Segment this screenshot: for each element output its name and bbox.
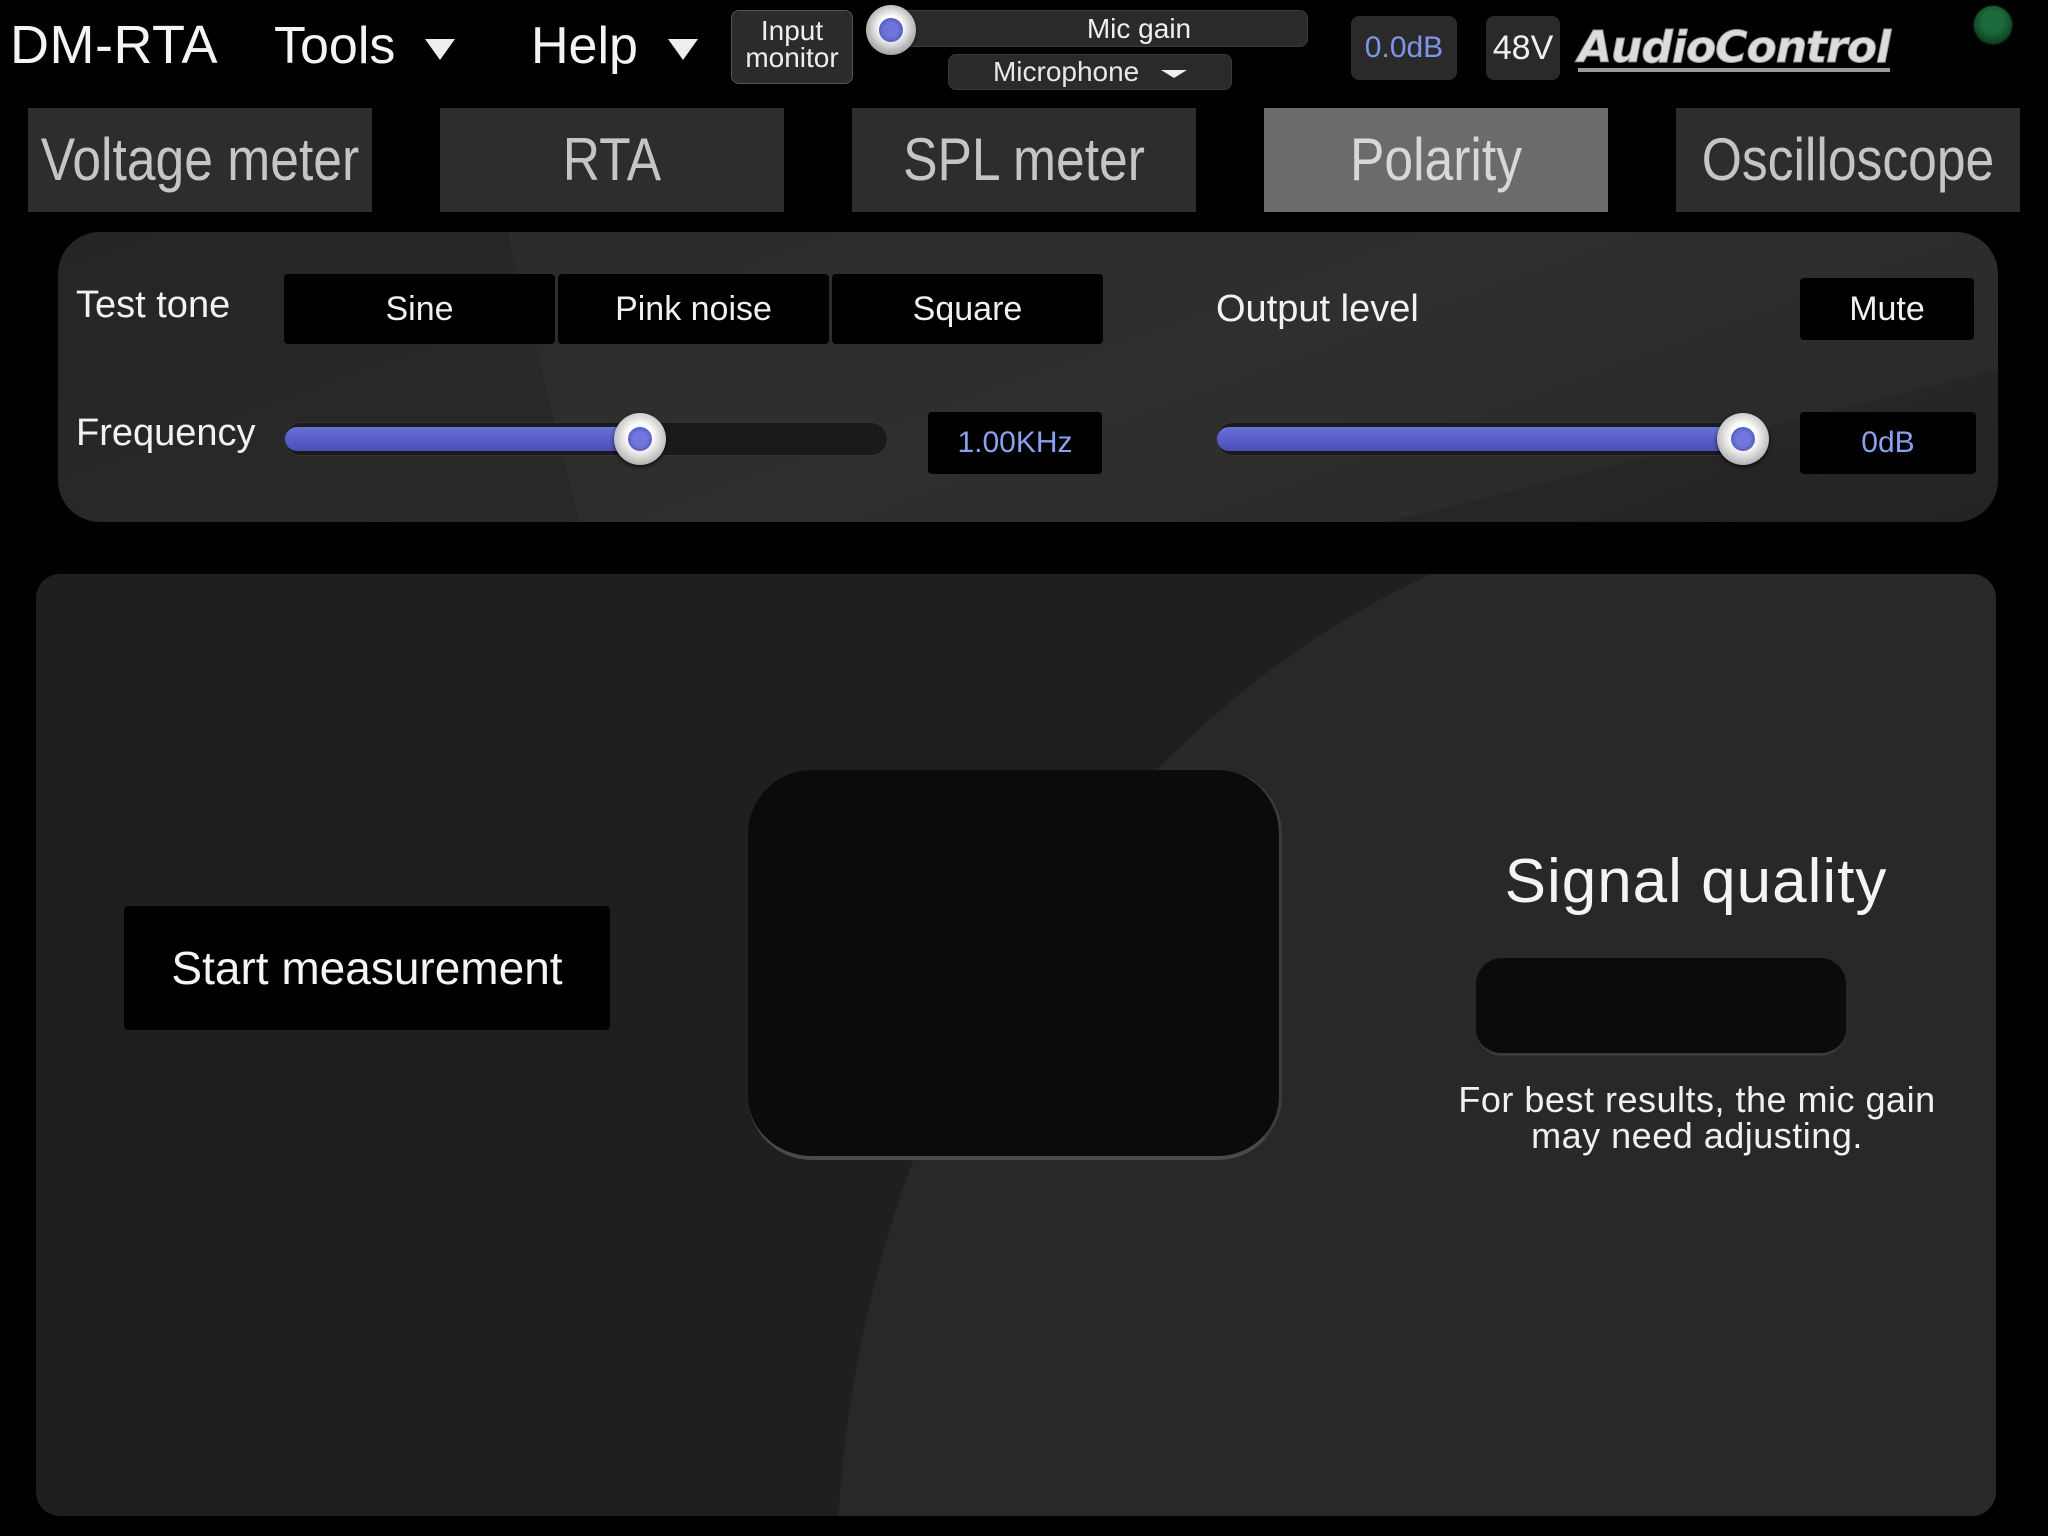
mic-gain-label: Mic gain <box>1086 13 1192 44</box>
brand-logo: AudioControl <box>1577 22 1891 74</box>
help-menu[interactable]: Help <box>531 16 698 76</box>
status-led-icon <box>1974 6 2012 44</box>
input-monitor-label-line1: Input <box>760 15 824 46</box>
output-level-slider[interactable] <box>1216 413 1769 465</box>
frequency-label: Frequency <box>76 412 256 454</box>
chevron-down-icon <box>1161 69 1188 78</box>
signal-quality-title: Signal quality <box>1504 847 1888 916</box>
input-source-value: Microphone <box>992 56 1140 87</box>
polarity-result-display <box>748 770 1282 1160</box>
frequency-value: 1.00KHz <box>928 412 1102 474</box>
caret-down-icon <box>425 38 456 60</box>
output-level-slider-knob[interactable] <box>1717 413 1769 465</box>
input-monitor-label-line2: monitor <box>745 42 839 73</box>
mute-button[interactable]: Mute <box>1800 278 1974 340</box>
caret-down-icon <box>667 38 698 60</box>
tab-voltage-meter[interactable]: Voltage meter <box>28 108 372 212</box>
frequency-slider[interactable] <box>284 413 888 465</box>
output-level-slider-fill <box>1217 427 1743 451</box>
phantom-power-button[interactable]: 48V <box>1486 16 1560 80</box>
tone-pink-noise-button[interactable]: Pink noise <box>558 274 829 344</box>
signal-quality-meter <box>1476 958 1846 1056</box>
tab-label: SPL meter <box>903 126 1145 193</box>
gain-readout: 0.0dB <box>1351 16 1457 80</box>
output-level-value: 0dB <box>1800 412 1976 474</box>
output-level-label: Output level <box>1216 288 1419 330</box>
mode-tabs: Voltage meter RTA SPL meter Polarity che… <box>0 108 2048 297</box>
signal-quality-hint: For best results, the mic gain may need … <box>1376 1082 1996 1154</box>
start-measurement-button[interactable]: Start measurement <box>124 906 610 1030</box>
menubar: DM-RTA Tools Help Input monitor Mic gain… <box>0 0 2048 106</box>
tab-oscilloscope[interactable]: Oscilloscope <box>1676 108 2020 212</box>
input-source-dropdown[interactable]: Microphone <box>948 54 1232 90</box>
input-monitor-button[interactable]: Input monitor <box>731 10 853 84</box>
tab-label: Voltage meter <box>40 126 360 193</box>
tab-polarity-checker[interactable]: Polarity checker <box>1264 108 1608 297</box>
tab-rta[interactable]: RTA <box>440 108 784 212</box>
tools-menu-label: Tools <box>274 17 396 75</box>
tab-label: Oscilloscope <box>1701 126 1995 193</box>
tab-label: RTA <box>562 126 662 193</box>
tone-sine-button[interactable]: Sine <box>284 274 555 344</box>
mic-gain-knob[interactable] <box>866 5 916 55</box>
help-menu-label: Help <box>531 17 638 75</box>
tools-menu[interactable]: Tools <box>274 16 456 76</box>
tone-square-button[interactable]: Square <box>832 274 1103 344</box>
tab-spl-meter[interactable]: SPL meter <box>852 108 1196 212</box>
frequency-slider-fill <box>285 427 640 451</box>
mic-gain-slider[interactable]: Mic gain <box>880 10 1308 47</box>
test-tone-label: Test tone <box>76 284 231 326</box>
hint-line-2: may need adjusting. <box>1531 1115 1863 1156</box>
app-title: DM-RTA <box>10 15 218 75</box>
polarity-panel: Start measurement Signal quality For bes… <box>36 574 1996 1516</box>
test-tone-panel: Test tone Sine Pink noise Square Output … <box>58 232 1998 522</box>
frequency-slider-knob[interactable] <box>614 413 666 465</box>
hint-line-1: For best results, the mic gain <box>1458 1079 1936 1120</box>
